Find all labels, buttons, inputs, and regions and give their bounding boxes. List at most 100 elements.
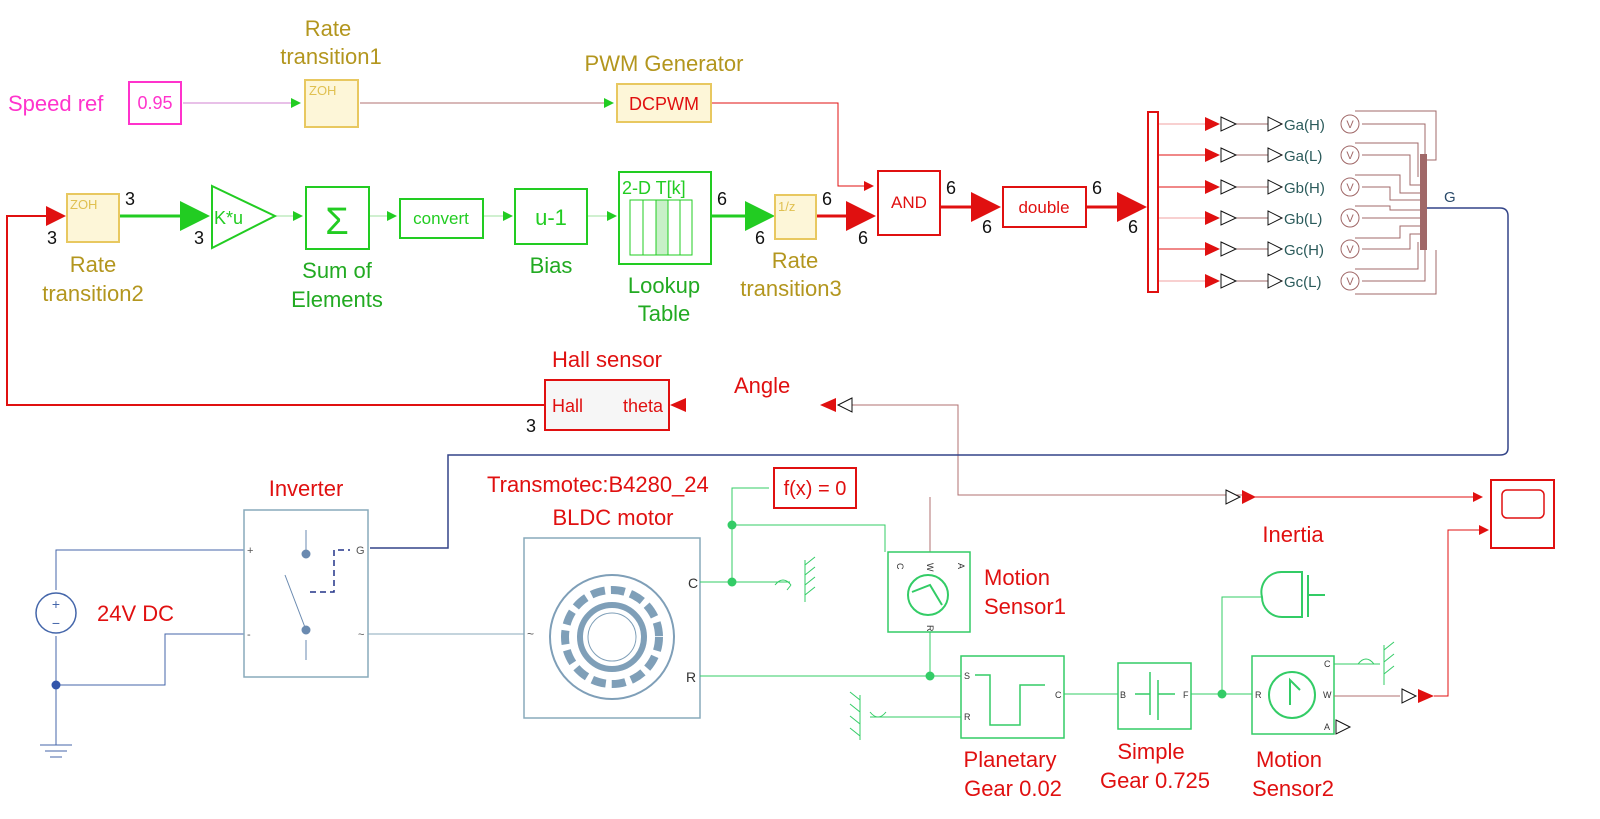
planetary-gear-block[interactable]: S R C Planetary Gear 0.02 — [960, 655, 1065, 801]
bldc-motor-block[interactable]: Transmotec:B4280_24 BLDC motor C R ~ — [487, 472, 709, 719]
angle-from-tag[interactable]: Angle — [734, 373, 853, 413]
port-w: W — [925, 563, 935, 572]
dimension-label: 6 — [755, 228, 765, 248]
goto-tag-icon — [1220, 116, 1238, 132]
simple-gear-label: Simple — [1117, 739, 1184, 764]
dc-voltage-source[interactable]: + − 24V DC — [35, 592, 174, 634]
bias-block[interactable]: u-1 Bias — [514, 188, 588, 278]
svg-text:V: V — [1346, 150, 1354, 162]
gain-text: K*u — [214, 208, 243, 228]
and-block[interactable]: AND 6 6 — [858, 170, 956, 248]
motion-sensor1-label: Motion — [984, 565, 1050, 590]
theta-port-label: theta — [623, 396, 664, 416]
goto-arrow-icon — [1205, 148, 1220, 162]
port-g: G — [356, 545, 365, 557]
rate-transition1-block[interactable]: Rate transition1 ZOH — [280, 16, 382, 128]
gate-goto-4[interactable]: Gc(H) V — [1205, 239, 1360, 259]
gate-label: Gc(L) — [1284, 274, 1322, 291]
from-tag-icon — [1267, 241, 1284, 257]
port-f: F — [1183, 690, 1189, 700]
port-c: C — [895, 563, 905, 570]
gate-goto-2[interactable]: Gb(H) V — [1205, 177, 1360, 197]
speed-ref-constant[interactable]: Speed ref 0.95 — [8, 81, 182, 125]
zoh-icon: ZOH — [309, 83, 336, 98]
pwm-generator-label: PWM Generator — [585, 51, 744, 76]
motion-sensor1-block[interactable]: C W A R Motion Sensor1 — [887, 551, 1066, 633]
port-a: A — [956, 563, 966, 569]
inverter-label: Inverter — [269, 476, 344, 501]
goto-arrow-icon — [1205, 117, 1220, 131]
speed-ref-value: 0.95 — [137, 93, 172, 113]
scope-screen-icon — [1501, 489, 1545, 519]
dimension-label: 3 — [47, 228, 57, 248]
simple-gear-label2: Gear 0.725 — [1100, 768, 1210, 793]
goto-tag-icon — [1220, 241, 1238, 257]
port-minus: - — [247, 629, 251, 641]
voltage-source-icon: V — [1340, 177, 1360, 197]
sigma-icon: Σ — [325, 201, 349, 243]
svg-text:V: V — [1346, 119, 1354, 131]
motion-sensor2-block[interactable]: R C W A Motion Sensor2 — [1251, 655, 1352, 801]
angle-label: Angle — [734, 373, 790, 398]
port-c: C — [688, 575, 698, 591]
port-w: W — [1323, 690, 1332, 700]
gate-bus-creator[interactable]: G — [1420, 154, 1456, 250]
rate-transition2-label2: transition2 — [42, 281, 144, 306]
lookup-table-block[interactable]: 2-D T[k] 6 Lookup Table — [618, 171, 727, 326]
port-r: R — [925, 625, 935, 632]
minus-icon: − — [52, 615, 60, 631]
hall-port-label: Hall — [552, 396, 583, 416]
port-r: R — [964, 712, 971, 722]
inertia-block[interactable]: Inertia — [1260, 522, 1325, 618]
gate-label: Ga(L) — [1284, 148, 1322, 165]
hall-sensor-block[interactable]: Hall sensor Hall theta 3 — [526, 347, 686, 436]
solver-configuration-block[interactable]: f(x) = 0 — [773, 467, 857, 509]
motion-sensor1-label2: Sensor1 — [984, 594, 1066, 619]
dimension-label: 6 — [1092, 178, 1102, 198]
simple-gear-block[interactable]: B F Simple Gear 0.725 — [1100, 662, 1210, 793]
double-block[interactable]: double 6 6 — [982, 178, 1102, 237]
rate-transition2-block[interactable]: ZOH 3 3 Rate transition2 — [42, 189, 144, 306]
from-tag-icon — [1267, 147, 1284, 163]
dc-source-label: 24V DC — [97, 601, 174, 626]
sum-of-elements-block[interactable]: Σ Sum of Elements — [291, 186, 383, 312]
junction-node — [51, 680, 61, 690]
planetary-label: Planetary — [964, 747, 1057, 772]
speed-goto-tag[interactable] — [1401, 688, 1434, 704]
lookup-label2: Table — [638, 301, 691, 326]
dimension-label: 6 — [982, 217, 992, 237]
voltage-source-icon: V — [1340, 145, 1360, 165]
port-s: S — [964, 671, 970, 681]
convert-block[interactable]: convert — [399, 198, 484, 239]
port-ac: ~ — [358, 629, 364, 641]
goto-arrow-icon — [1205, 180, 1220, 194]
dimension-label: 6 — [717, 189, 727, 209]
unit-delay-icon: 1/z — [778, 199, 795, 214]
rate-transition3-label2: transition3 — [740, 276, 842, 301]
motion-sensor2-label: Motion — [1256, 747, 1322, 772]
demux-block[interactable]: 6 — [1128, 111, 1159, 293]
gate-goto-1[interactable]: Ga(L) V — [1205, 145, 1360, 165]
rate-transition3-label: Rate — [772, 248, 818, 273]
gate-goto-tags: Ga(H) V Ga(L) V Gb(H) V Gb(L) V Gc(H) V Gc(L) V — [1205, 114, 1360, 291]
gate-goto-3[interactable]: Gb(L) V — [1205, 208, 1360, 228]
inverter-block[interactable]: Inverter + - G ~ — [243, 476, 369, 678]
planetary-label2: Gear 0.02 — [964, 776, 1062, 801]
dimension-label: 3 — [125, 189, 135, 209]
pwm-generator-block[interactable]: PWM Generator DCPWM — [585, 51, 744, 123]
rate-transition3-block[interactable]: 1/z 6 6 Rate transition3 — [740, 189, 842, 301]
hall-sensor-label: Hall sensor — [552, 347, 662, 372]
plus-icon: + — [52, 596, 60, 612]
solver-text: f(x) = 0 — [784, 478, 847, 500]
scope-block[interactable] — [1490, 479, 1555, 549]
bias-text: u-1 — [535, 205, 567, 230]
sum-label: Sum of — [302, 258, 373, 283]
rate-transition1-label2: transition1 — [280, 44, 382, 69]
goto-arrow-icon — [1205, 211, 1220, 225]
gate-goto-0[interactable]: Ga(H) V — [1205, 114, 1360, 134]
gate-goto-5[interactable]: Gc(L) V — [1205, 271, 1360, 291]
angle-goto-tag[interactable] — [1225, 489, 1256, 505]
dimension-label: 6 — [946, 178, 956, 198]
port-c: C — [1055, 690, 1062, 700]
voltage-source-icon: V — [1340, 114, 1360, 134]
